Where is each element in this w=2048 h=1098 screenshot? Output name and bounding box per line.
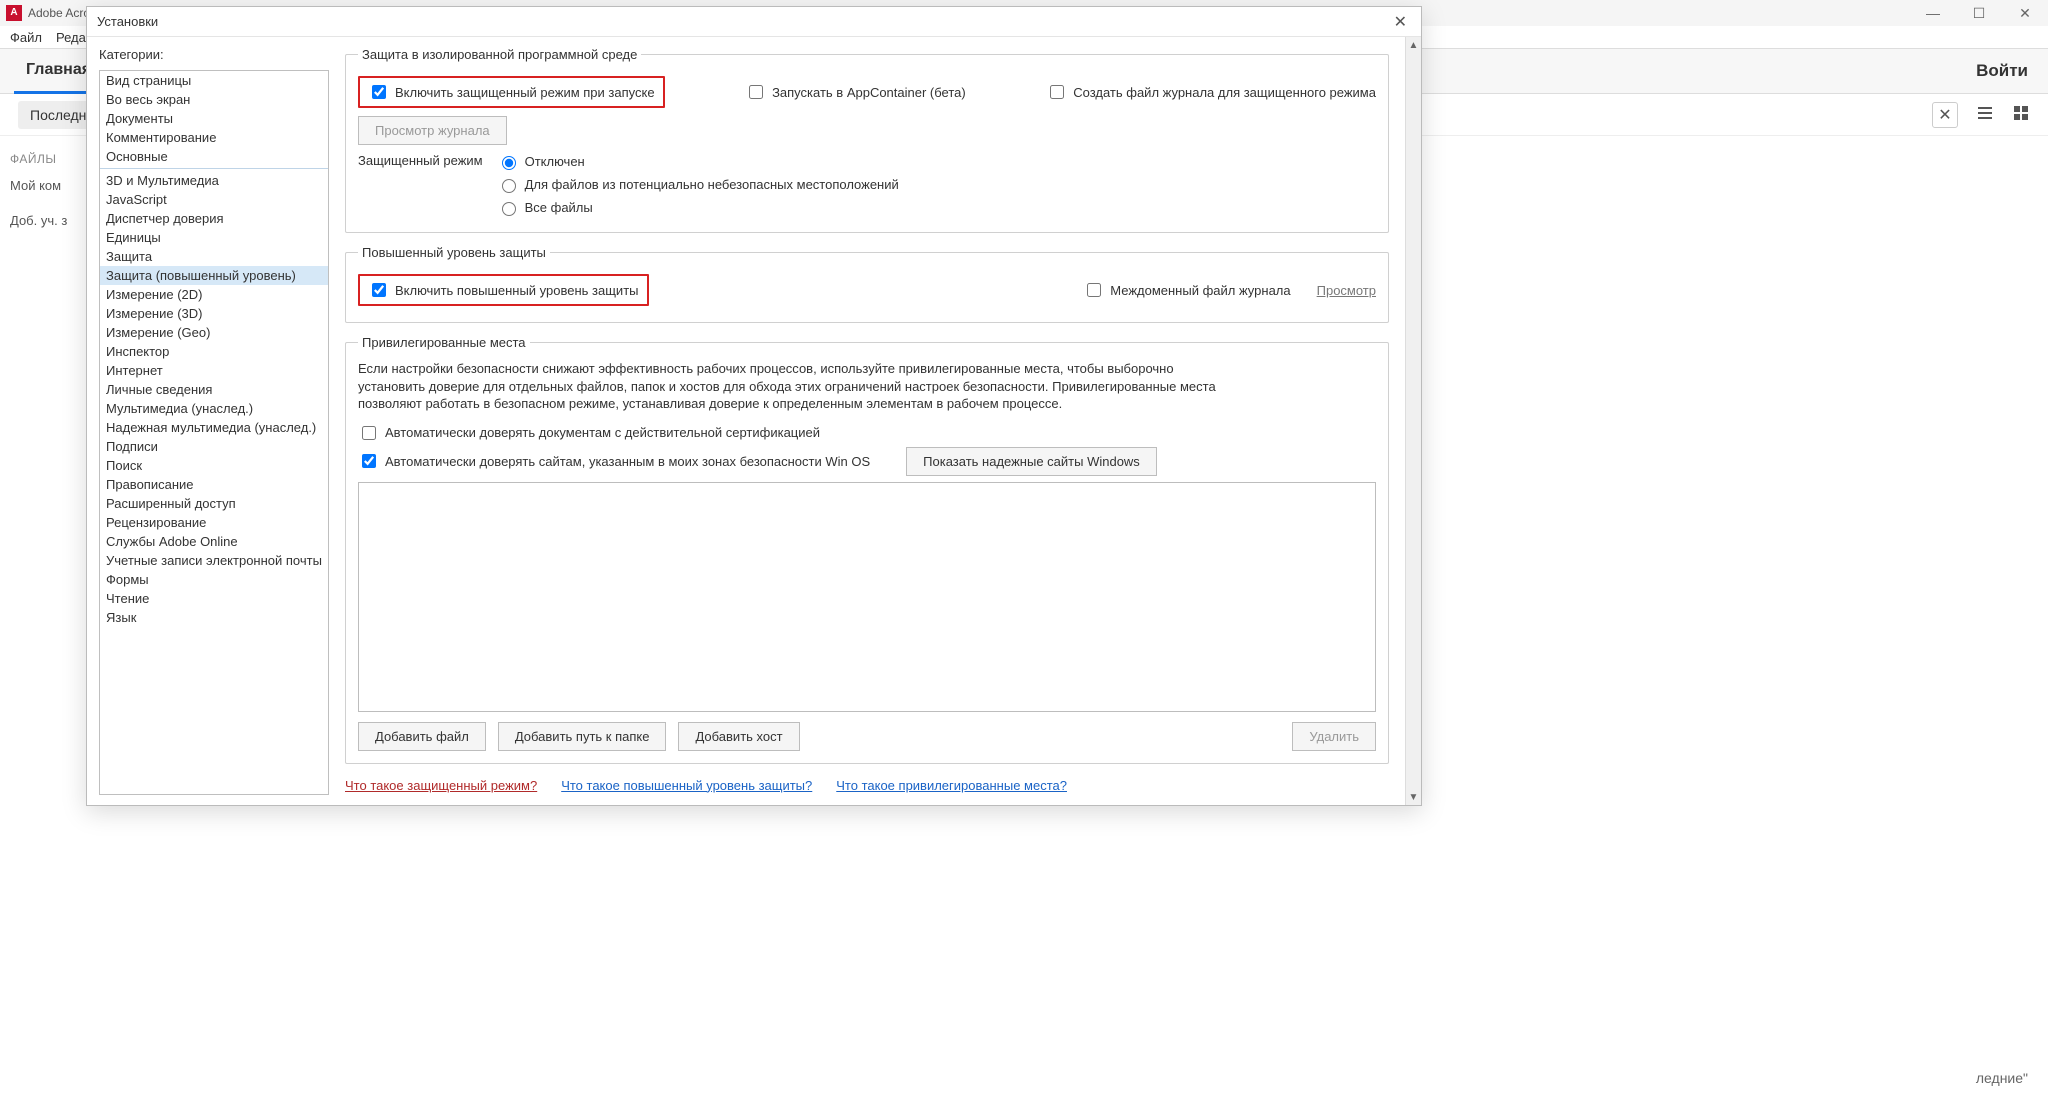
link-what-is-privileged-locations[interactable]: Что такое привилегированные места? <box>836 778 1067 793</box>
dialog-titlebar: Установки ✕ <box>87 7 1421 37</box>
checkbox-enable-enhanced-security[interactable]: Включить повышенный уровень защиты <box>368 280 639 300</box>
menu-file[interactable]: Файл <box>10 30 42 45</box>
category-item[interactable]: Интернет <box>100 361 328 380</box>
radio-mode-unsafe-input[interactable] <box>502 179 516 193</box>
categories-label: Категории: <box>99 47 329 62</box>
list-view-icon[interactable] <box>1976 104 1994 125</box>
scroll-down-arrow-icon[interactable]: ▼ <box>1406 789 1421 805</box>
radio-mode-unsafe-locations[interactable]: Для файлов из потенциально небезопасных … <box>497 176 899 193</box>
checkbox-enable-protected-mode[interactable]: Включить защищенный режим при запуске <box>368 82 655 102</box>
category-item[interactable]: Расширенный доступ <box>100 494 328 513</box>
crossdomain-view-link[interactable]: Просмотр <box>1317 283 1376 298</box>
link-what-is-enhanced-security[interactable]: Что такое повышенный уровень защиты? <box>561 778 812 793</box>
category-item[interactable]: Вид страницы <box>100 71 328 90</box>
checkbox-auto-trust-cert[interactable]: Автоматически доверять документам с дейс… <box>358 423 820 443</box>
category-item[interactable]: Правописание <box>100 475 328 494</box>
checkbox-crossdomain-log[interactable]: Междоменный файл журнала <box>1083 280 1290 300</box>
add-host-button[interactable]: Добавить хост <box>678 722 799 751</box>
checkbox-run-appcontainer[interactable]: Запускать в AppContainer (бета) <box>745 82 966 102</box>
radio-mode-all-files[interactable]: Все файлы <box>497 199 899 216</box>
group-enhanced-legend: Повышенный уровень защиты <box>358 245 550 260</box>
category-item[interactable]: Рецензирование <box>100 513 328 532</box>
group-sandbox-legend: Защита в изолированной программной среде <box>358 47 641 62</box>
category-item[interactable]: Чтение <box>100 589 328 608</box>
category-item[interactable]: Учетные записи электронной почты <box>100 551 328 570</box>
group-enhanced-security: Повышенный уровень защиты Включить повыш… <box>345 245 1389 323</box>
add-file-button[interactable]: Добавить файл <box>358 722 486 751</box>
category-item[interactable]: Диспетчер доверия <box>100 209 328 228</box>
settings-scrollbar[interactable]: ▲ ▼ <box>1405 37 1421 805</box>
category-item[interactable]: Мультимедиа (унаслед.) <box>100 399 328 418</box>
settings-panel: ▲ ▼ Защита в изолированной программной с… <box>339 37 1421 805</box>
highlight-enable-protected: Включить защищенный режим при запуске <box>358 76 665 108</box>
checkbox-create-logfile[interactable]: Создать файл журнала для защищенного реж… <box>1046 82 1376 102</box>
sidebar-item-add-account[interactable]: Доб. уч. з <box>10 213 76 228</box>
categories-panel: Категории: Вид страницыВо весь экранДоку… <box>87 37 339 805</box>
app-window: A Adobe Acro — ☐ ✕ Файл Редакти Главная … <box>0 0 2048 1098</box>
outer-bottom-text: ледние" <box>1976 1070 2028 1086</box>
link-what-is-protected-mode[interactable]: Что такое защищенный режим? <box>345 778 537 793</box>
category-item[interactable]: Инспектор <box>100 342 328 361</box>
checkbox-auto-trust-cert-input[interactable] <box>362 426 376 440</box>
checkbox-auto-trust-winos[interactable]: Автоматически доверять сайтам, указанным… <box>358 451 870 471</box>
category-item[interactable]: Документы <box>100 109 328 128</box>
trusted-locations-listbox[interactable] <box>358 482 1376 712</box>
sidebar-item-mycomputer[interactable]: Мой ком <box>10 178 76 193</box>
outer-sidebar: ФАЙЛЫ Мой ком Доб. уч. з <box>0 136 86 264</box>
protected-mode-label: Защищенный режим <box>358 153 489 168</box>
privileged-help-text: Если настройки безопасности снижают эффе… <box>358 360 1218 413</box>
login-button[interactable]: Войти <box>1976 61 2028 81</box>
highlight-enable-enhanced: Включить повышенный уровень защиты <box>358 274 649 306</box>
category-item[interactable]: Поиск <box>100 456 328 475</box>
category-item[interactable]: Защита (повышенный уровень) <box>100 266 328 285</box>
app-title: Adobe Acro <box>28 0 90 26</box>
checkbox-enable-protected-mode-input[interactable] <box>372 85 386 99</box>
category-item[interactable]: Единицы <box>100 228 328 247</box>
adobe-logo-icon: A <box>6 5 22 21</box>
group-privileged-locations: Привилегированные места Если настройки б… <box>345 335 1389 764</box>
category-item[interactable]: JavaScript <box>100 190 328 209</box>
window-close-button[interactable]: ✕ <box>2002 0 2048 26</box>
category-item[interactable]: Измерение (Geo) <box>100 323 328 342</box>
category-item[interactable]: Измерение (3D) <box>100 304 328 323</box>
category-separator <box>100 168 328 169</box>
window-maximize-button[interactable]: ☐ <box>1956 0 2002 26</box>
categories-listbox[interactable]: Вид страницыВо весь экранДокументыКоммен… <box>99 70 329 795</box>
dialog-title: Установки <box>97 14 158 29</box>
radio-mode-off[interactable]: Отключен <box>497 153 899 170</box>
category-item[interactable]: Комментирование <box>100 128 328 147</box>
preferences-dialog: Установки ✕ Категории: Вид страницыВо ве… <box>86 6 1422 806</box>
radio-mode-all-input[interactable] <box>502 202 516 216</box>
sidebar-files-header: ФАЙЛЫ <box>10 152 76 166</box>
radio-mode-off-input[interactable] <box>502 156 516 170</box>
grid-view-icon[interactable] <box>2012 104 2030 125</box>
category-item[interactable]: Во весь экран <box>100 90 328 109</box>
category-item[interactable]: Измерение (2D) <box>100 285 328 304</box>
category-item[interactable]: Язык <box>100 608 328 627</box>
panel-close-button[interactable]: ✕ <box>1932 102 1958 128</box>
view-log-button[interactable]: Просмотр журнала <box>358 116 507 145</box>
delete-button[interactable]: Удалить <box>1292 722 1376 751</box>
category-item[interactable]: Подписи <box>100 437 328 456</box>
checkbox-crossdomain-log-input[interactable] <box>1087 283 1101 297</box>
window-minimize-button[interactable]: — <box>1910 0 1956 26</box>
dialog-close-button[interactable]: ✕ <box>1390 12 1411 32</box>
category-item[interactable]: Личные сведения <box>100 380 328 399</box>
category-item[interactable]: Службы Adobe Online <box>100 532 328 551</box>
scroll-up-arrow-icon[interactable]: ▲ <box>1406 37 1421 53</box>
category-item[interactable]: Надежная мультимедиа (унаслед.) <box>100 418 328 437</box>
checkbox-enable-enhanced-input[interactable] <box>372 283 386 297</box>
category-item[interactable]: Защита <box>100 247 328 266</box>
add-folder-button[interactable]: Добавить путь к папке <box>498 722 667 751</box>
checkbox-run-appcontainer-input[interactable] <box>749 85 763 99</box>
checkbox-auto-trust-winos-input[interactable] <box>362 454 376 468</box>
group-privileged-legend: Привилегированные места <box>358 335 530 350</box>
show-trusted-sites-button[interactable]: Показать надежные сайты Windows <box>906 447 1157 476</box>
category-item[interactable]: Формы <box>100 570 328 589</box>
checkbox-create-logfile-input[interactable] <box>1050 85 1064 99</box>
footer-help-links: Что такое защищенный режим? Что такое по… <box>345 778 1389 793</box>
category-item[interactable]: 3D и Мультимедиа <box>100 171 328 190</box>
group-sandbox-protection: Защита в изолированной программной среде… <box>345 47 1389 233</box>
category-item[interactable]: Основные <box>100 147 328 166</box>
